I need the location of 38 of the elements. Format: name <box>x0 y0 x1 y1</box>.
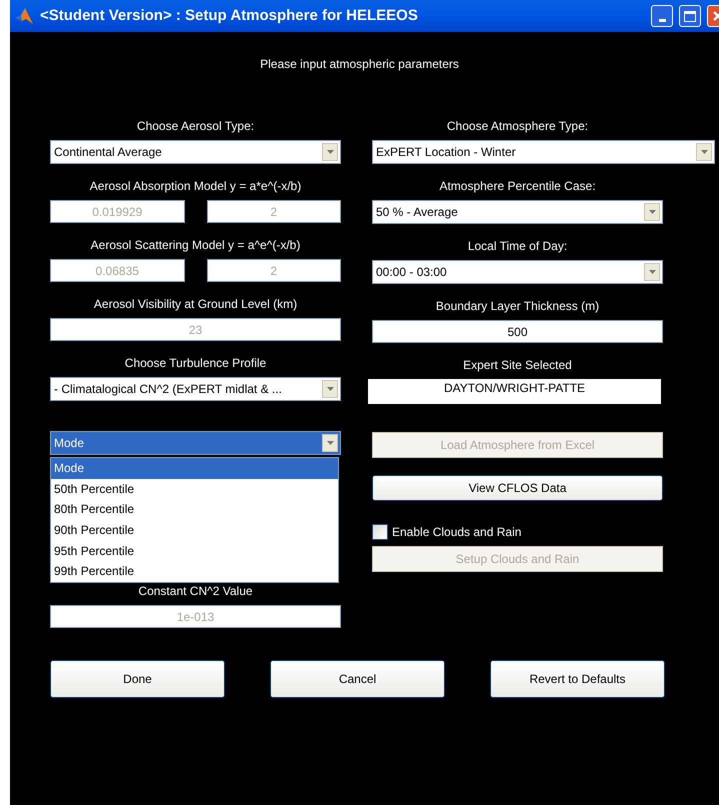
field-label: Choose Turbulence Profile <box>124 355 268 372</box>
field-label: Choose Aerosol Type: <box>136 118 256 135</box>
field-label: Atmosphere Percentile Case: <box>438 178 597 195</box>
dropdown-option[interactable]: 90th Percentile <box>51 520 338 541</box>
dialog-button[interactable]: Revert to Defaults <box>490 660 665 698</box>
dropdown-option[interactable]: 99th Percentile <box>51 561 338 582</box>
dropdown-option[interactable]: 50th Percentile <box>51 478 338 500</box>
dropdown-option[interactable]: 80th Percentile <box>51 499 338 520</box>
dropdown[interactable]: ExPERT Location - Winter <box>372 140 715 164</box>
checkbox[interactable] <box>372 524 388 540</box>
dropdown[interactable]: Continental Average <box>50 140 341 164</box>
field-label: Choose Atmosphere Type: <box>446 118 590 135</box>
field-label: Constant CN^2 Value <box>137 583 254 600</box>
site-display: DAYTON/WRIGHT-PATTE <box>368 379 661 404</box>
field-label: Aerosol Visibility at Ground Level (km) <box>92 296 298 313</box>
dropdown[interactable]: 00:00 - 03:00 <box>372 260 663 284</box>
maximize-icon <box>684 10 696 22</box>
dropdown-option[interactable]: 95th Percentile <box>51 540 338 562</box>
minimize-button[interactable] <box>651 5 673 27</box>
checkbox-label: Enable Clouds and Rain <box>392 524 522 541</box>
field-label: Boundary Layer Thickness (m) <box>434 298 600 315</box>
field-label: Aerosol Absorption Model y = a*e^(-x/b) <box>88 178 302 195</box>
header-text: Please input atmospheric parameters <box>259 56 460 73</box>
field-label: Aerosol Scattering Model y = a^e^(-x/b) <box>90 237 302 254</box>
minimize-icon <box>658 19 666 22</box>
maximize-button[interactable] <box>679 5 701 27</box>
window-title: <Student Version> : Setup Atmosphere for HELEEOS <box>40 6 419 26</box>
dropdown-option[interactable]: Mode <box>51 458 338 479</box>
field-label: Local Time of Day: <box>466 238 568 255</box>
dropdown[interactable]: 50 % - Average <box>372 200 663 224</box>
dialog-button[interactable]: Done <box>50 660 225 698</box>
field-label: Expert Site Selected <box>462 357 573 374</box>
dropdown[interactable]: Mode <box>50 431 341 455</box>
peak-logo-icon <box>14 7 34 25</box>
dropdown[interactable]: - Climatalogical CN^2 (ExPERT midlat & ... <box>50 377 341 401</box>
dialog-button[interactable]: Cancel <box>270 660 445 698</box>
action-button[interactable]: View CFLOS Data <box>372 475 663 501</box>
input-field[interactable]: 500 <box>372 320 663 343</box>
